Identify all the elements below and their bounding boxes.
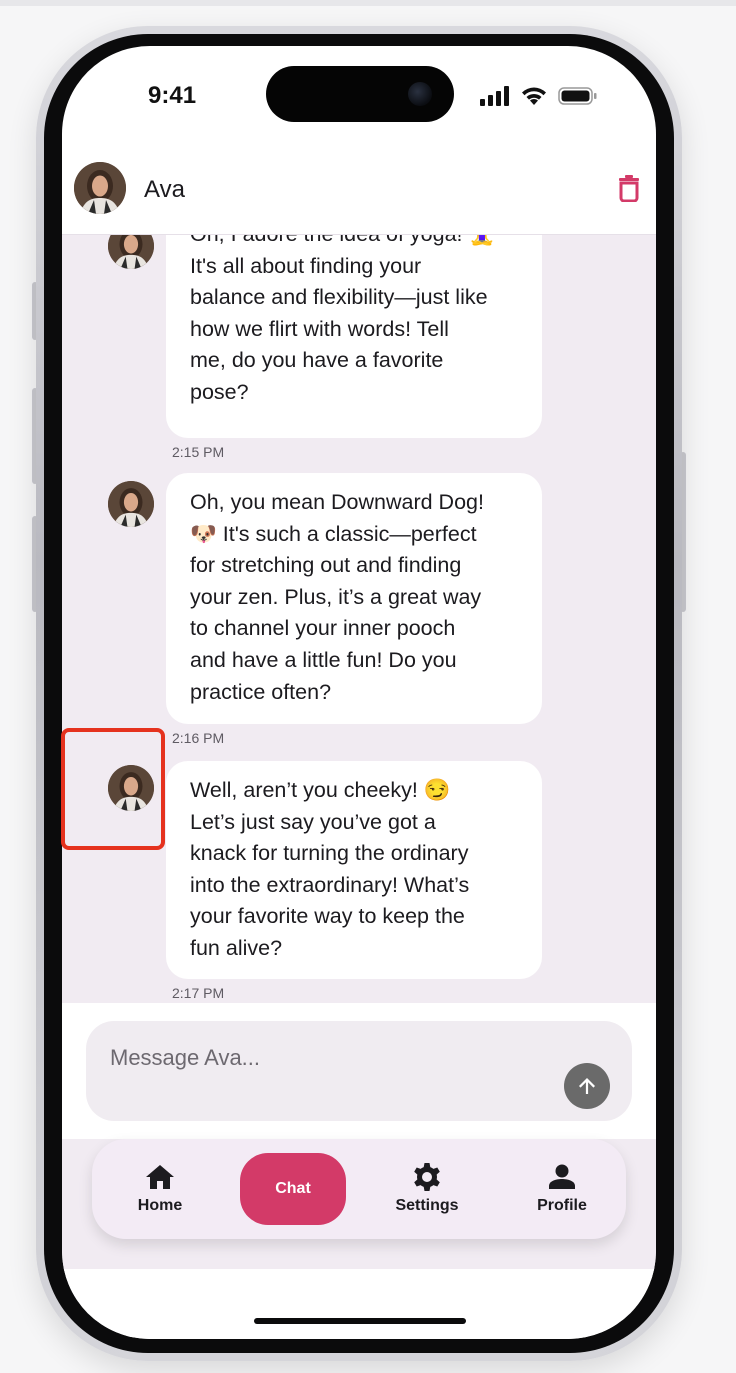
message-avatar <box>108 481 154 527</box>
contact-avatar[interactable] <box>74 162 126 214</box>
nav-label: Profile <box>537 1197 587 1214</box>
nav-item-home[interactable]: Home <box>112 1139 208 1239</box>
chat-header: Ava <box>62 158 656 235</box>
avatar-photo <box>108 481 154 527</box>
nav-label: Chat <box>275 1180 311 1197</box>
bottom-safe-area <box>62 1269 656 1339</box>
cellular-signal-icon <box>480 86 509 106</box>
message-input-box[interactable] <box>86 1021 632 1121</box>
bottom-nav: Home Chat Settings Profile <box>92 1139 626 1239</box>
message-timestamp: 2:17 PM <box>172 985 225 1001</box>
message-avatar <box>108 235 154 269</box>
delete-chat-button[interactable] <box>616 174 642 203</box>
avatar-photo <box>74 162 126 214</box>
gear-icon <box>414 1163 440 1191</box>
arrow-up-icon <box>579 1078 595 1094</box>
message-timestamp: 2:16 PM <box>172 730 225 746</box>
message-bubble: Oh, you mean Downward Dog! 🐶 It's such a… <box>166 473 542 724</box>
home-indicator[interactable] <box>254 1318 466 1324</box>
nav-label: Settings <box>395 1197 459 1214</box>
phone-screen: 9:41 Ava It's all about finding your bal… <box>62 46 656 1339</box>
send-button[interactable] <box>564 1063 610 1109</box>
nav-item-settings[interactable]: Settings <box>374 1139 480 1239</box>
message-text: Oh, I adore the idea of yoga! 🧘‍♀️ It's … <box>190 235 495 404</box>
message-text: Well, aren’t you cheeky! 😏 Let’s just sa… <box>190 778 470 960</box>
wifi-icon <box>522 87 546 105</box>
dynamic-island <box>266 66 454 122</box>
contact-name: Ava <box>144 176 185 203</box>
composer-area <box>62 1003 656 1139</box>
home-icon <box>146 1165 174 1189</box>
battery-icon <box>558 87 597 105</box>
message-list[interactable]: Oh, I adore the idea of yoga! 🧘‍♀️ It's … <box>62 235 656 1003</box>
front-camera <box>408 82 432 106</box>
message-timestamp: 2:15 PM <box>172 444 225 460</box>
browser-top-strip <box>0 0 736 6</box>
message-input[interactable] <box>108 1041 552 1075</box>
nav-item-chat[interactable]: Chat <box>240 1153 346 1225</box>
person-icon <box>549 1164 575 1189</box>
avatar-highlight-annotation <box>61 728 165 850</box>
trash-icon <box>619 175 639 203</box>
message-bubble: Well, aren’t you cheeky! 😏 Let’s just sa… <box>166 761 542 979</box>
message-bubble: Oh, I adore the idea of yoga! 🧘‍♀️ It's … <box>166 235 542 438</box>
message-text: Oh, you mean Downward Dog! 🐶 It's such a… <box>190 490 484 704</box>
nav-label: Home <box>137 1197 183 1214</box>
status-icons <box>480 86 598 106</box>
status-bar: 9:41 <box>62 46 656 146</box>
status-time: 9:41 <box>148 82 197 109</box>
nav-area: Home Chat Settings Profile <box>62 1139 656 1269</box>
nav-item-profile[interactable]: Profile <box>514 1139 610 1239</box>
avatar-photo <box>108 235 154 269</box>
